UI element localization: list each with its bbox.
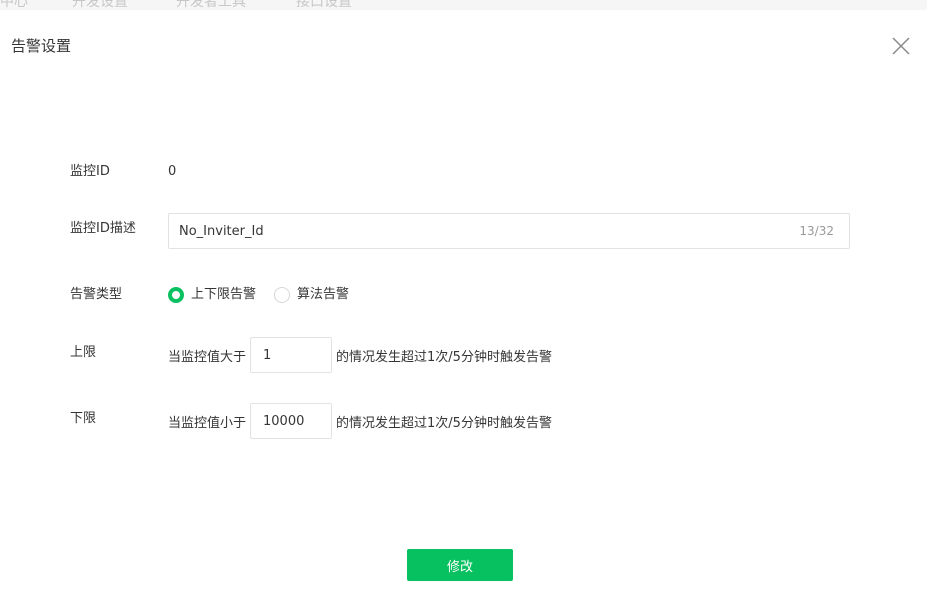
close-icon[interactable]	[890, 35, 912, 57]
radio-label: 算法告警	[297, 287, 350, 302]
alarm-type-label: 告警类型	[70, 287, 123, 302]
radio-upper-lower-alarm[interactable]: 上下限告警	[168, 286, 256, 304]
bg-nav-item: 开发设置	[72, 0, 128, 10]
lower-limit-row: 当监控值小于 的情况发生超过1次/5分钟时触发告警	[168, 403, 552, 439]
bg-nav-item: 开发者工具	[176, 0, 246, 10]
upper-limit-row: 当监控值大于 的情况发生超过1次/5分钟时触发告警	[168, 337, 552, 373]
alarm-type-radio-group: 上下限告警 算法告警	[168, 286, 367, 304]
modify-button[interactable]: 修改	[407, 549, 513, 581]
radio-algorithm-alarm[interactable]: 算法告警	[274, 286, 349, 304]
monitor-desc-label: 监控ID描述	[70, 221, 136, 236]
radio-label: 上下限告警	[191, 287, 257, 302]
monitor-desc-input[interactable]	[169, 214, 769, 248]
monitor-id-value: 0	[168, 164, 177, 179]
alarm-settings-dialog: 告警设置 监控ID 0 监控ID描述 13/32 告警类型 上下限告警 算法告警…	[0, 10, 927, 603]
char-counter: 13/32	[799, 224, 834, 238]
dialog-title: 告警设置	[11, 37, 72, 55]
radio-checked-icon	[168, 287, 184, 303]
lower-limit-input[interactable]	[250, 403, 333, 439]
upper-limit-suffix: 的情况发生超过1次/5分钟时触发告警	[336, 349, 552, 365]
lower-limit-suffix: 的情况发生超过1次/5分钟时触发告警	[336, 415, 552, 431]
monitor-id-label: 监控ID	[70, 164, 110, 179]
upper-limit-prefix: 当监控值大于	[168, 349, 247, 365]
radio-unchecked-icon	[274, 287, 291, 303]
monitor-desc-field: 13/32	[168, 213, 850, 249]
background-nav: 中心 开发设置 开发者工具 接口设置	[0, 0, 927, 10]
upper-limit-input[interactable]	[250, 337, 333, 373]
upper-limit-label: 上限	[70, 345, 97, 360]
bg-nav-item: 中心	[0, 0, 28, 10]
bg-nav-item: 接口设置	[296, 0, 352, 10]
lower-limit-prefix: 当监控值小于	[168, 415, 247, 431]
lower-limit-label: 下限	[70, 411, 97, 426]
